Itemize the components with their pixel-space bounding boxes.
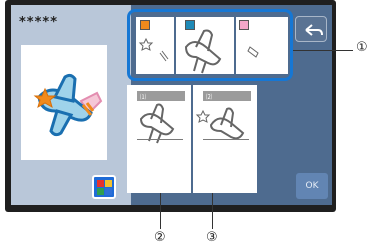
callout-2-leader (160, 193, 161, 229)
palette-icon (97, 180, 104, 187)
part-tab-2: ⑵ (203, 91, 251, 101)
callout-1-leader (293, 50, 353, 51)
color-palette-button[interactable] (92, 175, 116, 199)
color-part-card-blue[interactable] (176, 17, 234, 74)
pattern-preview (21, 45, 107, 160)
tail-part-icon (247, 46, 259, 58)
part-tab-1: ⑴ (137, 91, 185, 101)
back-arrow-icon (305, 24, 323, 36)
pattern-title: ***** (19, 15, 58, 30)
back-button[interactable] (295, 16, 327, 42)
part-underline (203, 139, 249, 140)
part-card-2[interactable]: ⑴ (127, 85, 191, 193)
color-part-card-pink[interactable] (236, 17, 288, 74)
callout-2: ② (154, 230, 166, 245)
color-part-card-orange[interactable] (136, 17, 174, 74)
airplane-outline-part-icon (184, 29, 222, 74)
star-part-icon (138, 37, 169, 62)
ok-button[interactable]: OK (296, 173, 328, 199)
part-card-3[interactable]: ⑵ (193, 85, 257, 193)
callout-1: ① (356, 40, 368, 55)
part-underline (137, 139, 183, 140)
airplane-preview-image (33, 73, 103, 137)
callout-3: ③ (206, 230, 218, 245)
callout-3-leader (212, 193, 213, 229)
